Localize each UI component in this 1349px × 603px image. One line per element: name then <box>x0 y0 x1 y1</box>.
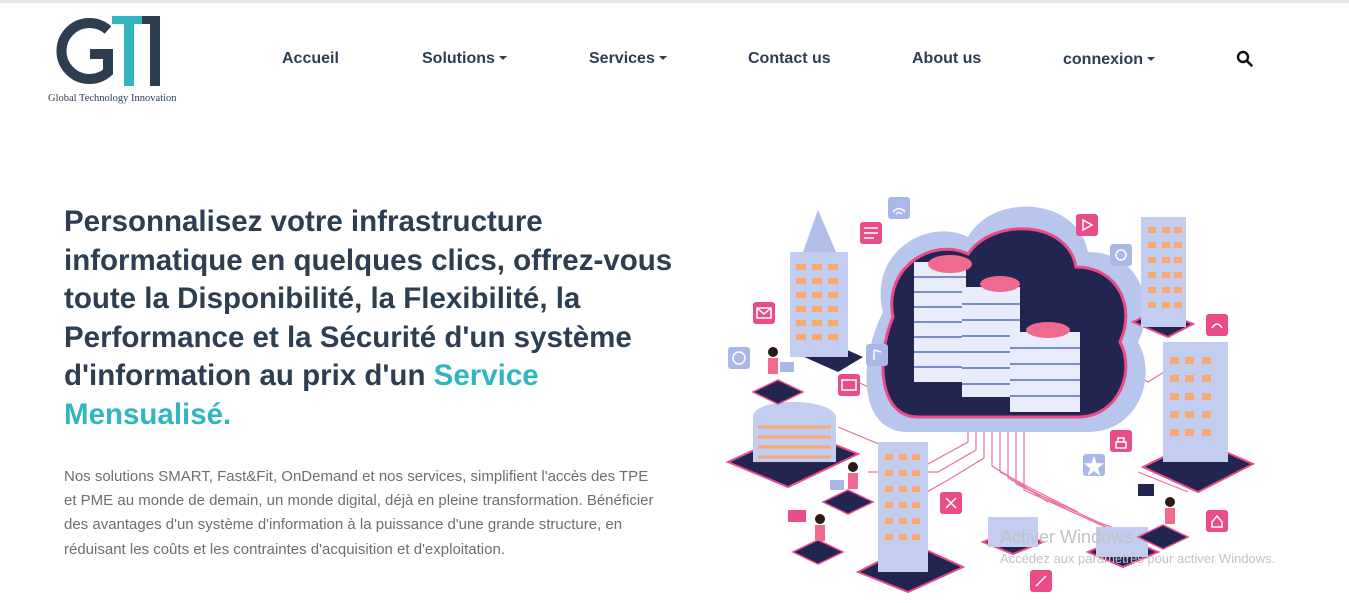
search-icon <box>1236 50 1253 67</box>
watermark-title: Activer Windows <box>1000 527 1134 547</box>
nav-services[interactable]: Services <box>589 50 667 68</box>
chevron-down-icon <box>1147 57 1156 61</box>
nav-accueil[interactable]: Accueil <box>282 50 339 68</box>
hero-headline-main: Personnalisez votre infrastructure infor… <box>64 205 673 392</box>
main-nav: Accueil Solutions Services Contact us Ab… <box>0 44 1349 74</box>
hero-lead: Nos solutions SMART, Fast&Fit, OnDemand … <box>64 468 654 558</box>
nav-connexion[interactable]: connexion <box>1063 51 1156 69</box>
windows-activation-watermark: Activer Windows Accédez aux paramètres p… <box>1000 527 1275 566</box>
nav-contact-label: Contact us <box>748 50 831 67</box>
nav-about-label: About us <box>912 50 982 67</box>
chevron-down-icon <box>658 56 667 60</box>
search-button[interactable] <box>1236 50 1254 68</box>
top-border <box>0 0 1349 3</box>
nav-services-label: Services <box>589 50 655 67</box>
watermark-subtitle: Accédez aux paramètres pour activer Wind… <box>1000 551 1276 566</box>
hero-headline: Personnalisez votre infrastructure infor… <box>64 203 679 434</box>
nav-solutions[interactable]: Solutions <box>422 50 507 68</box>
nav-connexion-label: connexion <box>1063 51 1144 68</box>
nav-solutions-label: Solutions <box>422 50 495 67</box>
nav-accueil-label: Accueil <box>282 50 339 67</box>
nav-about-us[interactable]: About us <box>912 50 981 68</box>
nav-contact-us[interactable]: Contact us <box>748 50 831 68</box>
chevron-down-icon <box>498 56 507 60</box>
logo-tagline: Global Technology Innovation <box>48 93 177 104</box>
